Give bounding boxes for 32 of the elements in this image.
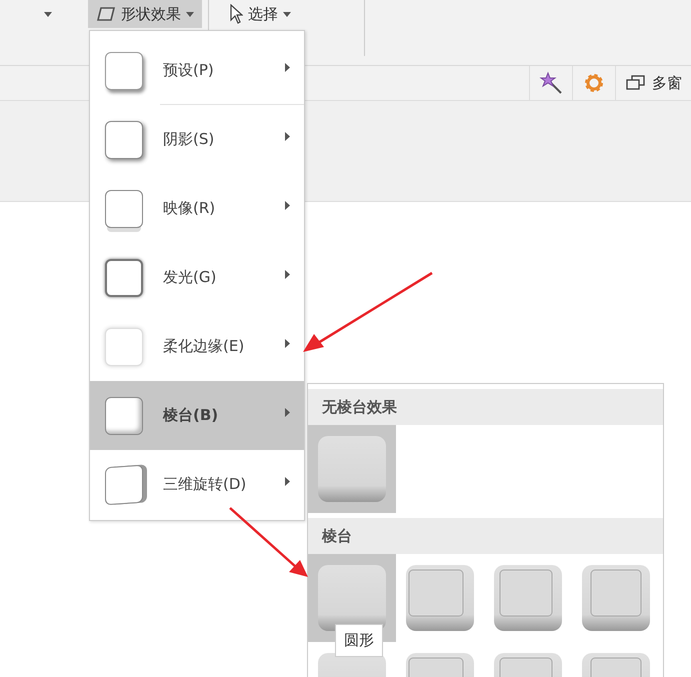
effect-preview-icon [105,328,143,366]
bevel-option[interactable] [308,425,396,513]
submenu-arrow-icon [285,408,290,417]
shape-icon [96,6,116,22]
caret-icon [283,12,291,16]
submenu-arrow-icon [285,270,290,279]
effect-preview-icon [105,396,143,434]
effect-preview-icon [105,52,143,90]
submenu-arrow-icon [285,132,290,141]
submenu-arrow-icon [285,63,290,72]
shape-effects-button[interactable]: 形状效果 [88,0,202,28]
cursor-icon [229,4,243,24]
menu-item[interactable]: 柔化边缘(E) [90,312,304,381]
tooltip: 圆形 [335,624,383,657]
menu-item[interactable]: 发光(G) [90,243,304,312]
effect-preview-icon [105,120,143,158]
caret-icon [186,12,194,16]
effect-preview-icon [105,258,143,296]
select-button[interactable]: 选择 [221,0,299,28]
menu-item[interactable]: 棱台(B) [90,381,304,450]
submenu-arrow-icon [285,339,290,348]
caret-icon[interactable] [44,12,52,17]
menu-item[interactable]: 预设(P) [90,36,304,105]
submenu-arrow-icon [285,201,290,210]
menu-item[interactable]: 三维旋转(D) [90,450,304,519]
section-header: 无棱台效果 [308,389,663,425]
section-header: 棱台 [308,518,663,554]
menu-item[interactable]: 阴影(S) [90,105,304,174]
submenu-arrow-icon [285,477,290,486]
menu-item[interactable]: 映像(R) [90,174,304,243]
multi-window-button[interactable]: 多窗 [615,66,691,100]
windows-icon [626,75,646,91]
